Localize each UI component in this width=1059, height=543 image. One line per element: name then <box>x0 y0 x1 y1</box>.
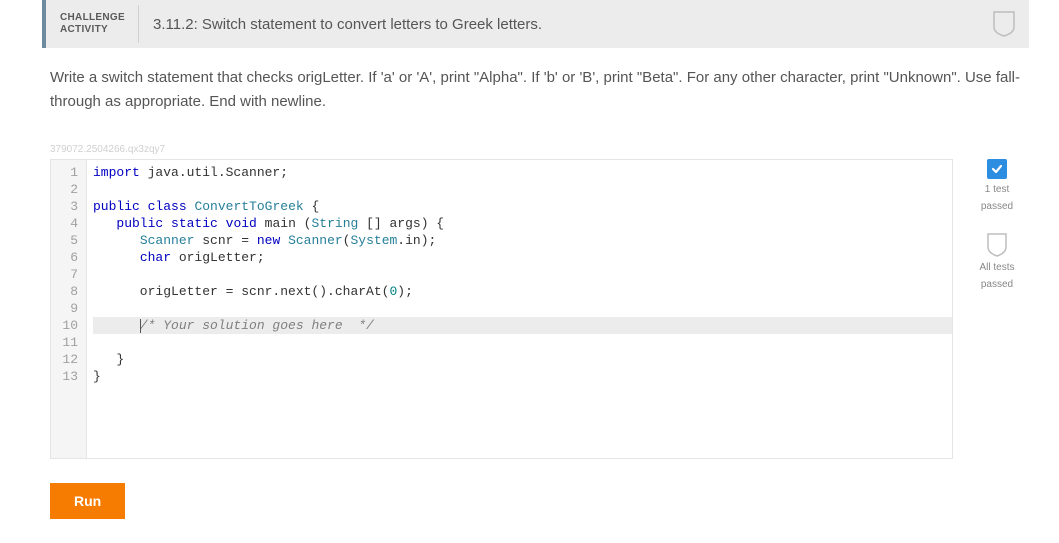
line-number: 7 <box>61 266 78 283</box>
challenge-label-line2: ACTIVITY <box>60 24 132 36</box>
checkmark-icon <box>987 159 1007 179</box>
line-number: 2 <box>61 181 78 198</box>
line-number: 10 <box>61 317 78 334</box>
code-line[interactable]: import java.util.Scanner; <box>93 164 952 181</box>
line-number: 3 <box>61 198 78 215</box>
content-area: Write a switch statement that checks ori… <box>0 48 1059 543</box>
shield-icon <box>993 11 1015 37</box>
code-line[interactable]: } <box>93 368 952 385</box>
code-line[interactable]: public class ConvertToGreek { <box>93 198 952 215</box>
challenge-activity-label: CHALLENGE ACTIVITY <box>60 12 132 36</box>
prompt-text: Write a switch statement that checks ori… <box>50 66 1029 114</box>
code-editor[interactable]: 12345678910111213 import java.util.Scann… <box>50 159 953 459</box>
line-number: 8 <box>61 283 78 300</box>
code-line[interactable] <box>93 181 952 198</box>
challenge-header: CHALLENGE ACTIVITY 3.11.2: Switch statem… <box>42 0 1029 48</box>
shield-icon <box>987 233 1007 257</box>
line-number: 11 <box>61 334 78 351</box>
all-tests-label-line2: passed <box>981 278 1013 291</box>
watermark: 379072.2504266.qx3zqy7 <box>50 144 1029 155</box>
code-line[interactable]: char origLetter; <box>93 249 952 266</box>
editor-row: 12345678910111213 import java.util.Scann… <box>50 159 1029 459</box>
all-tests-status: All tests passed <box>979 233 1014 291</box>
code-line[interactable]: public static void main (String [] args)… <box>93 215 952 232</box>
code-content[interactable]: import java.util.Scanner; public class C… <box>87 160 952 458</box>
all-tests-label-line1: All tests <box>979 261 1014 274</box>
line-number: 6 <box>61 249 78 266</box>
challenge-label-line1: CHALLENGE <box>60 12 132 24</box>
text-cursor <box>140 319 141 333</box>
code-line[interactable]: Scanner scnr = new Scanner(System.in); <box>93 232 952 249</box>
code-line[interactable]: /* Your solution goes here */ <box>93 317 952 334</box>
one-test-passed-status: 1 test passed <box>981 159 1013 213</box>
test-status-panel: 1 test passed All tests passed <box>965 159 1029 291</box>
line-number-gutter: 12345678910111213 <box>51 160 87 458</box>
header-divider <box>138 5 139 43</box>
line-number: 9 <box>61 300 78 317</box>
code-line[interactable]: origLetter = scnr.next().charAt(0); <box>93 283 952 300</box>
code-line[interactable] <box>93 266 952 283</box>
one-test-label-line2: passed <box>981 200 1013 213</box>
one-test-label-line1: 1 test <box>985 183 1009 196</box>
run-button[interactable]: Run <box>50 483 125 519</box>
code-line[interactable]: } <box>93 351 952 368</box>
line-number: 13 <box>61 368 78 385</box>
code-line[interactable] <box>93 334 952 351</box>
line-number: 1 <box>61 164 78 181</box>
code-line[interactable] <box>93 300 952 317</box>
challenge-title: 3.11.2: Switch statement to convert lett… <box>153 16 993 33</box>
line-number: 12 <box>61 351 78 368</box>
line-number: 4 <box>61 215 78 232</box>
line-number: 5 <box>61 232 78 249</box>
